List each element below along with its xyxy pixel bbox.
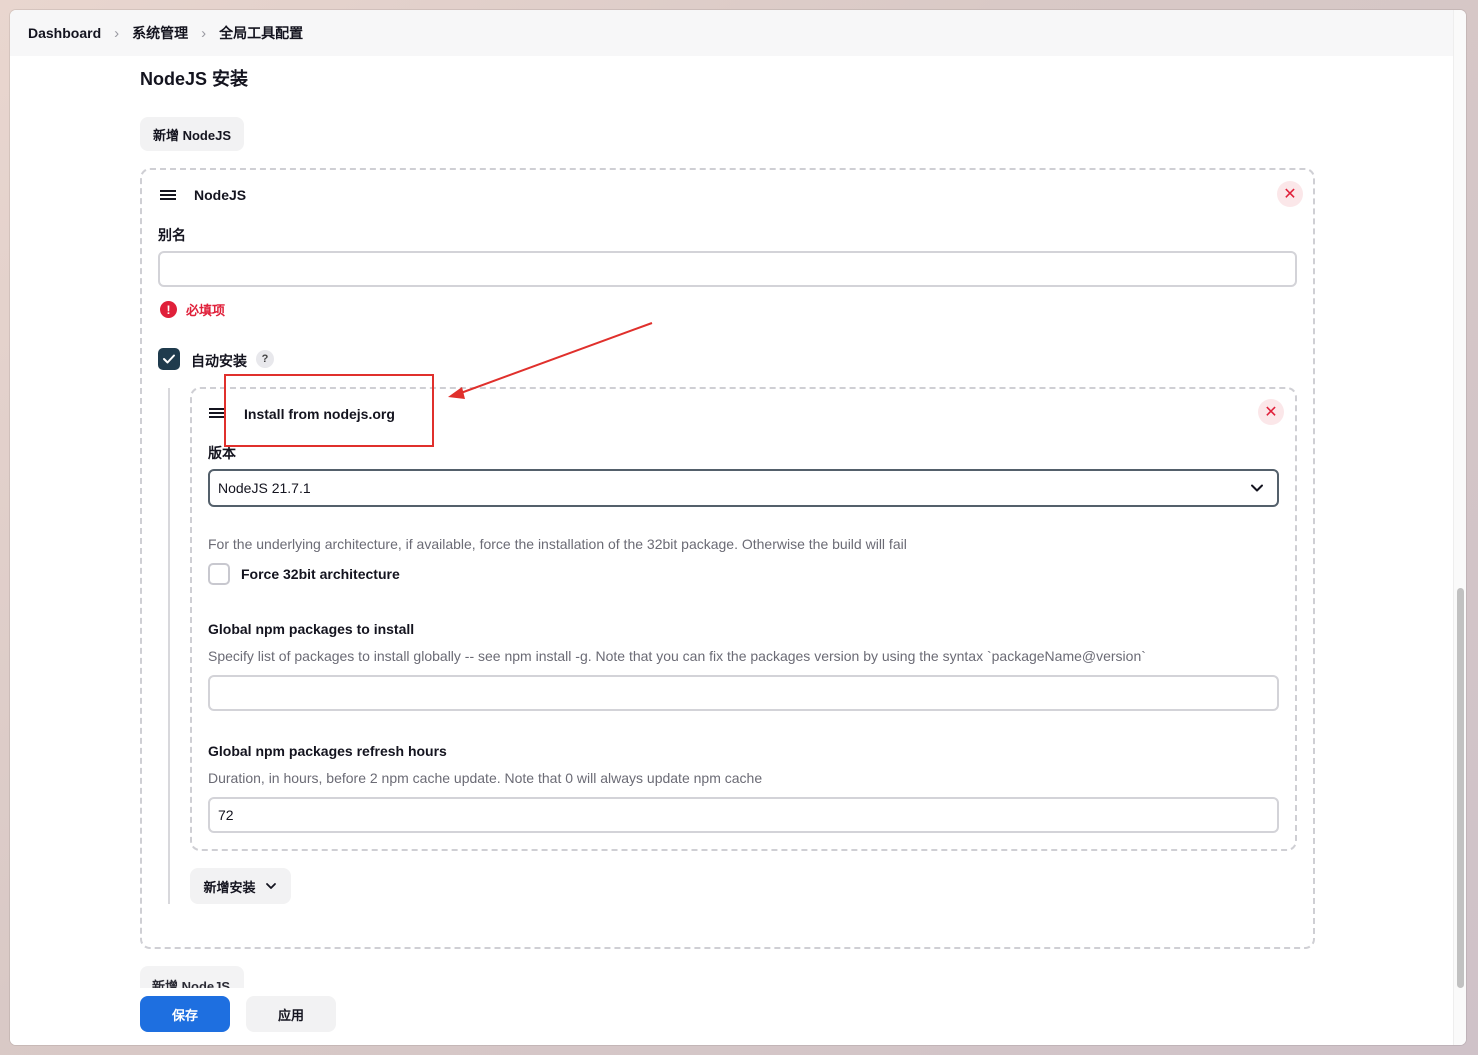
scrollbar-thumb[interactable] xyxy=(1457,588,1464,988)
annotation-arrow-icon xyxy=(448,322,653,399)
app-window: Dashboard › 系统管理 › 全局工具配置 NodeJS 安装 新增 N… xyxy=(10,10,1466,1045)
vertical-scrollbar[interactable] xyxy=(1453,10,1466,1045)
add-nodejs-button-obscured: 新增 NodeJS xyxy=(140,966,244,988)
apply-button[interactable]: 应用 xyxy=(246,996,336,1032)
save-button[interactable]: 保存 xyxy=(140,996,230,1032)
